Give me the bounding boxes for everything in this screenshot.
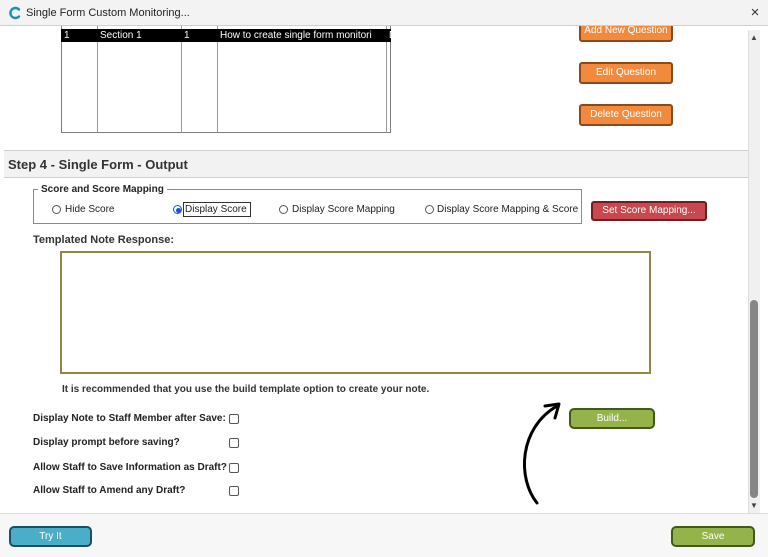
column-divider [181,26,182,133]
add-question-button[interactable]: Add New Question [579,26,673,42]
form-content: 1 Section 1 1 How to create single form … [4,26,748,513]
window-title: Single Form Custom Monitoring... [26,7,190,19]
try-it-button[interactable]: Try It [9,526,92,547]
radio-label: Hide Score [65,204,115,215]
radio-hide-score[interactable] [52,205,61,214]
scroll-down-icon[interactable]: ▼ [749,502,759,510]
radio-display-score-mapping[interactable] [279,205,288,214]
radio-label: Display Score [183,202,251,217]
table-cell-question-type: Drop Down Select [389,30,470,41]
scroll-thumb[interactable] [750,300,758,498]
radio-label: Display Score Mapping [292,204,395,215]
option-label: Allow Staff to Save Information as Draft… [33,462,227,473]
templated-note-label: Templated Note Response: [33,234,174,246]
c-logo-icon [9,6,21,20]
radio-label: Display Score Mapping & Score [437,204,579,215]
score-group-legend: Score and Score Mapping [38,184,167,195]
templated-note-textarea[interactable] [60,251,651,374]
display-prompt-checkbox[interactable] [229,438,239,448]
questions-table[interactable] [61,26,391,133]
table-cell-number: 1 [64,30,70,41]
option-label: Display prompt before saving? [33,437,180,448]
build-button[interactable]: Build... [569,408,655,429]
step-title: Step 4 - Single Form - Output [8,157,188,172]
table-cell-question-number: 1 [184,30,190,41]
delete-question-button[interactable]: Delete Question [579,104,673,126]
save-draft-checkbox[interactable] [229,463,239,473]
radio-display-score-mapping-and-score[interactable] [425,205,434,214]
option-label: Allow Staff to Amend any Draft? [33,485,186,496]
scroll-up-icon[interactable]: ▲ [749,34,759,42]
radio-display-score[interactable] [173,205,182,214]
table-cell-section: Section 1 [100,30,142,41]
edit-question-button[interactable]: Edit Question [579,62,673,84]
column-divider [386,26,387,133]
set-score-mapping-button[interactable]: Set Score Mapping... [591,201,707,221]
close-icon[interactable]: × [744,3,766,23]
display-note-checkbox[interactable] [229,414,239,424]
table-cell-question-text: How to create single form monitori [220,30,372,41]
template-hint: It is recommended that you use the build… [62,384,430,395]
column-divider [97,26,98,133]
footer-bar [0,513,768,557]
amend-draft-checkbox[interactable] [229,486,239,496]
option-label: Display Note to Staff Member after Save: [33,413,226,424]
annotation-arrow-icon [522,402,561,505]
save-button[interactable]: Save [671,526,755,547]
column-divider [217,26,218,133]
